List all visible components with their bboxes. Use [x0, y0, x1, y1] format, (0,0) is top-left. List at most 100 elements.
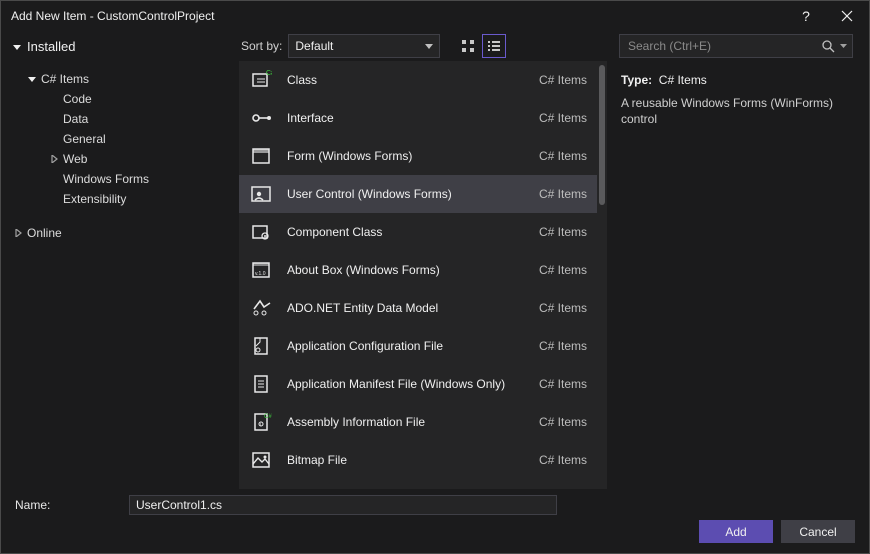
- grid-icon: [461, 39, 475, 53]
- search-dropdown-icon[interactable]: [838, 44, 848, 49]
- category-tree: C# Items Code Data General Web Windows Forms E…: [1, 61, 239, 489]
- bottom-bar: Name: Add Cancel: [1, 489, 869, 553]
- svg-text:v.1.0: v.1.0: [255, 271, 266, 277]
- template-item-category: C# Items: [539, 149, 587, 163]
- list-icon: [487, 39, 501, 53]
- template-item[interactable]: ADO.NET Entity Data Model C# Items: [239, 289, 597, 327]
- tree-header-label: Installed: [27, 39, 75, 54]
- tree-node[interactable]: Code: [13, 89, 231, 109]
- interface-icon: [249, 106, 273, 130]
- template-item[interactable]: C# Class C# Items: [239, 61, 597, 99]
- template-item[interactable]: InterfaceC# Items: [239, 99, 597, 137]
- template-item-name: Application Manifest File (Windows Only): [287, 377, 525, 391]
- bitmap-icon: [249, 448, 273, 472]
- aboutbox-icon: v.1.0: [249, 258, 273, 282]
- tree-node-label: C# Items: [41, 72, 89, 86]
- template-item-name: Component Class: [287, 225, 525, 239]
- template-item-category: C# Items: [539, 263, 587, 277]
- tree-node-online[interactable]: Online: [13, 223, 231, 243]
- sort-area: Sort by: Default: [241, 34, 506, 58]
- template-item-category: C# Items: [539, 73, 587, 87]
- tree-node[interactable]: Extensibility: [13, 189, 231, 209]
- template-item-name: Class: [287, 73, 525, 87]
- sort-by-label: Sort by:: [241, 39, 282, 53]
- tree-arrow-icon: [49, 155, 59, 163]
- tree-header-installed[interactable]: Installed: [13, 39, 241, 54]
- template-item-category: C# Items: [539, 377, 587, 391]
- button-row: Add Cancel: [15, 520, 855, 543]
- tree-node-label: Code: [63, 92, 92, 106]
- main-area: C# Items Code Data General Web Windows Forms E…: [1, 61, 869, 489]
- top-controls-row: Installed Sort by: Default: [1, 31, 869, 61]
- search-icon[interactable]: [818, 40, 838, 53]
- template-item-category: C# Items: [539, 225, 587, 239]
- tree-node-label: General: [63, 132, 106, 146]
- close-icon: [841, 10, 853, 22]
- close-button[interactable]: [824, 1, 869, 31]
- tree-node[interactable]: C# Items: [13, 69, 231, 89]
- tree-node[interactable]: General: [13, 129, 231, 149]
- details-description: A reusable Windows Forms (WinForms) cont…: [621, 95, 853, 127]
- template-item[interactable]: v.1.0 About Box (Windows Forms) C# Items: [239, 251, 597, 289]
- template-item[interactable]: Bitmap File C# Items: [239, 441, 597, 479]
- template-item[interactable]: Form (Windows Forms) C# Items: [239, 137, 597, 175]
- template-item-name: Form (Windows Forms): [287, 149, 525, 163]
- component-icon: [249, 220, 273, 244]
- tree-arrow-icon: [27, 75, 37, 83]
- add-button[interactable]: Add: [699, 520, 773, 543]
- chevron-down-icon: [425, 39, 433, 53]
- template-item[interactable]: C#iAssembly Information FileC# Items: [239, 403, 597, 441]
- name-input[interactable]: [129, 495, 557, 515]
- tree-node-label: Windows Forms: [63, 172, 149, 186]
- tree-node[interactable]: Web: [13, 149, 231, 169]
- details-type-value: C# Items: [659, 73, 707, 87]
- search-input[interactable]: [628, 39, 818, 53]
- template-item-name: User Control (Windows Forms): [287, 187, 525, 201]
- template-item-category: C# Items: [539, 187, 587, 201]
- chevron-down-icon: [13, 39, 23, 54]
- appconfig-icon: [249, 334, 273, 358]
- title-bar: Add New Item - CustomControlProject ?: [1, 1, 869, 31]
- template-item-name: Interface: [287, 111, 525, 125]
- tree-node[interactable]: Windows Forms: [13, 169, 231, 189]
- template-item[interactable]: Application Configuration File C# Items: [239, 327, 597, 365]
- details-type-row: Type: C# Items: [621, 73, 853, 87]
- scrollbar-thumb[interactable]: [599, 65, 605, 205]
- details-pane: Type: C# Items A reusable Windows Forms …: [607, 61, 869, 489]
- template-item-category: C# Items: [539, 415, 587, 429]
- sort-by-select[interactable]: Default: [288, 34, 440, 58]
- svg-text:C#: C#: [264, 414, 272, 420]
- template-item[interactable]: User Control (Windows Forms) C# Items: [239, 175, 597, 213]
- ado-icon: [249, 296, 273, 320]
- view-grid-button[interactable]: [456, 34, 480, 58]
- template-item-name: Application Configuration File: [287, 339, 525, 353]
- svg-text:i: i: [260, 422, 261, 428]
- window-title: Add New Item - CustomControlProject: [11, 9, 788, 23]
- cancel-button[interactable]: Cancel: [781, 520, 855, 543]
- template-item-category: C# Items: [539, 453, 587, 467]
- view-list-button[interactable]: [482, 34, 506, 58]
- tree-node-label: Extensibility: [63, 192, 126, 206]
- class-icon: C#: [249, 68, 273, 92]
- template-item-name: About Box (Windows Forms): [287, 263, 525, 277]
- template-item-name: Bitmap File: [287, 453, 525, 467]
- manifest-icon: [249, 372, 273, 396]
- template-item-category: C# Items: [539, 301, 587, 315]
- template-item[interactable]: Application Manifest File (Windows Only)…: [239, 365, 597, 403]
- chevron-right-icon: [13, 229, 23, 237]
- svg-text:C#: C#: [266, 70, 272, 77]
- usercontrol-icon: [249, 182, 273, 206]
- tree-node-label: Data: [63, 112, 88, 126]
- assembly-icon: C#i: [249, 410, 273, 434]
- help-button[interactable]: ?: [788, 1, 824, 31]
- sort-by-value: Default: [295, 39, 333, 53]
- template-item[interactable]: Component Class C# Items: [239, 213, 597, 251]
- template-item-category: C# Items: [539, 339, 587, 353]
- name-label: Name:: [15, 498, 115, 512]
- search-box[interactable]: [619, 34, 853, 58]
- details-type-label: Type:: [621, 73, 652, 87]
- tree-node[interactable]: Data: [13, 109, 231, 129]
- template-list: C#ClassC# ItemsInterfaceC# ItemsForm (Wi…: [239, 61, 607, 489]
- view-mode-buttons: [456, 34, 506, 58]
- template-item-name: ADO.NET Entity Data Model: [287, 301, 525, 315]
